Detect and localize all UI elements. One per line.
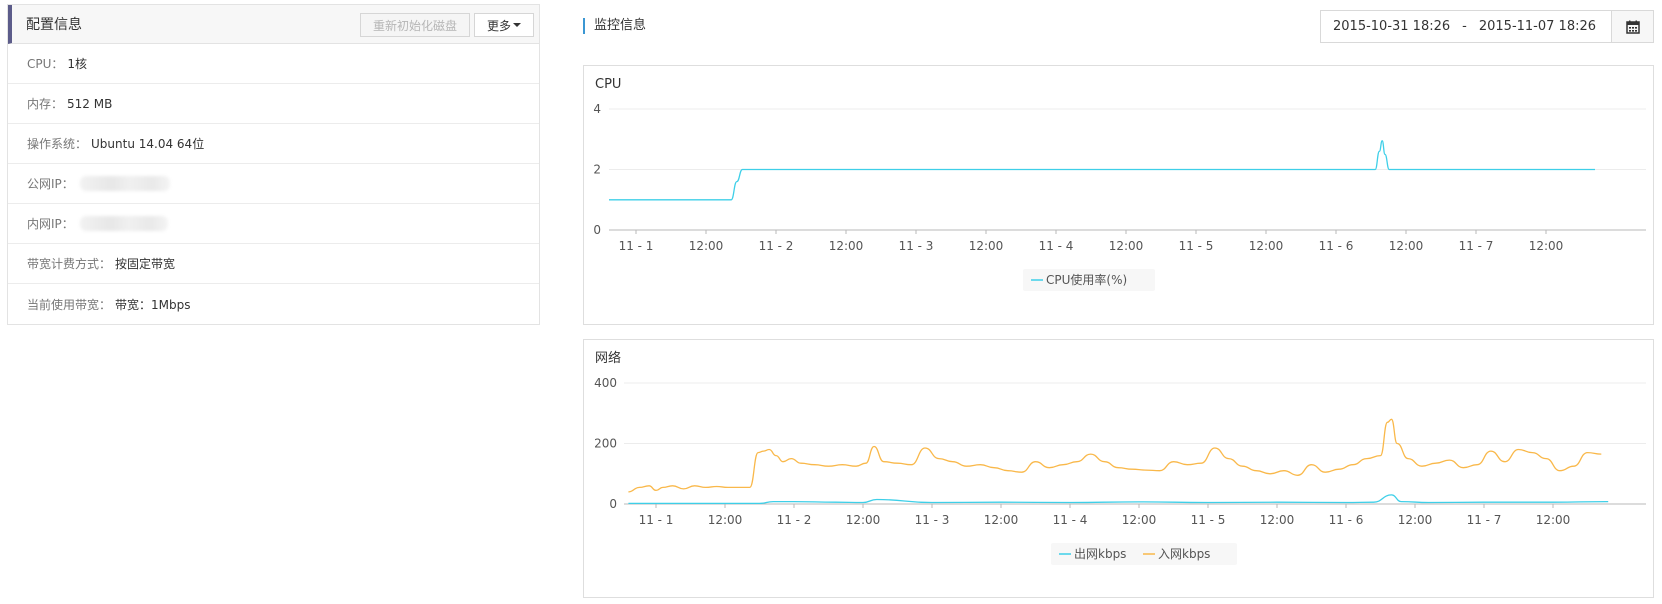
y-tick-label: 0 (593, 223, 601, 237)
x-tick-label: 12:00 (708, 513, 743, 527)
x-tick-label: 11 - 5 (1191, 513, 1226, 527)
date-separator: - (1462, 19, 1467, 34)
legend-label[interactable]: 入网kbps (1158, 547, 1210, 561)
row-label: 公网IP： (27, 177, 74, 191)
x-tick-label: 12:00 (846, 513, 881, 527)
row-value: 按固定带宽 (115, 257, 176, 271)
legend-label[interactable]: CPU使用率(%) (1046, 272, 1127, 287)
x-tick-label: 12:00 (1260, 513, 1295, 527)
row-value: Ubuntu 14.04 64位 (91, 137, 205, 151)
config-row-billing: 带宽计费方式： 按固定带宽 (8, 244, 539, 284)
y-tick-label: 2 (593, 163, 601, 177)
row-value: 1核 (67, 57, 88, 71)
calendar-button[interactable] (1611, 11, 1653, 42)
date-range-text[interactable]: 2015-10-31 18:26-2015-11-07 18:26 (1321, 19, 1611, 34)
series-line-0 (609, 140, 1595, 201)
calendar-icon (1625, 20, 1640, 34)
y-tick-label: 4 (593, 102, 601, 116)
y-tick-label: 400 (594, 376, 617, 390)
config-row-memory: 内存： 512 MB (8, 84, 539, 124)
caret-down-icon (513, 23, 521, 27)
config-row-os: 操作系统： Ubuntu 14.04 64位 (8, 124, 539, 164)
x-tick-label: 12:00 (1536, 513, 1571, 527)
x-tick-label: 11 - 3 (915, 513, 950, 527)
config-row-cpu: CPU： 1核 (8, 44, 539, 84)
x-tick-label: 11 - 2 (759, 239, 794, 253)
row-label: 内存： (27, 97, 64, 111)
config-row-public-ip: 公网IP： (8, 164, 539, 204)
x-tick-label: 12:00 (689, 239, 724, 253)
x-tick-label: 11 - 6 (1319, 239, 1354, 253)
x-tick-label: 12:00 (829, 239, 864, 253)
legend-label[interactable]: 出网kbps (1074, 547, 1126, 561)
x-tick-label: 11 - 5 (1179, 239, 1214, 253)
config-panel: 配置信息 重新初始化磁盘 更多 CPU： 1核 内存： 512 MB 操作系统：… (7, 4, 540, 325)
x-tick-label: 12:00 (1249, 239, 1284, 253)
config-row-private-ip: 内网IP： (8, 204, 539, 244)
x-tick-label: 12:00 (1389, 239, 1424, 253)
network-chart-panel: 网络 0 200 400 11 - 1 12:00 11 - 2 12:00 11 - 3 12:… (583, 339, 1654, 598)
cpu-chart-panel: CPU 0 2 4 11 - 1 12:00 11 - 2 12:00 11 - 3 12:00 1… (583, 65, 1654, 325)
date-range-picker[interactable]: 2015-10-31 18:26-2015-11-07 18:26 (1320, 10, 1654, 43)
date-end: 2015-11-07 18:26 (1478, 19, 1597, 34)
row-label: 当前使用带宽： (27, 297, 112, 312)
y-tick-label: 0 (609, 497, 617, 511)
more-label: 更多 (486, 18, 511, 33)
chart-title: 网络 (595, 350, 621, 366)
row-value: 带宽：1Mbps (115, 297, 191, 312)
x-tick-label: 11 - 1 (619, 239, 654, 253)
network-chart: 网络 0 200 400 11 - 1 12:00 11 - 2 12:00 11 - 3 12:… (594, 350, 1646, 565)
redacted-public-ip (79, 176, 170, 191)
config-actions: 重新初始化磁盘 更多 (359, 13, 534, 37)
chart-title: CPU (595, 77, 621, 92)
x-tick-label: 12:00 (1529, 239, 1564, 253)
redacted-private-ip (79, 216, 168, 231)
x-tick-label: 12:00 (1109, 239, 1144, 253)
cpu-chart: CPU 0 2 4 11 - 1 12:00 11 - 2 12:00 11 - 3 12:00 1… (593, 77, 1646, 291)
x-tick-label: 12:00 (1122, 513, 1157, 527)
x-tick-label: 11 - 4 (1039, 239, 1074, 253)
row-label: CPU： (27, 57, 64, 71)
x-tick-label: 11 - 6 (1329, 513, 1364, 527)
x-tick-label: 11 - 7 (1459, 239, 1494, 253)
y-tick-label: 200 (594, 437, 617, 451)
x-tick-label: 11 - 2 (777, 513, 812, 527)
date-start: 2015-10-31 18:26 (1333, 19, 1451, 34)
row-label: 操作系统： (27, 137, 88, 151)
config-row-bandwidth: 当前使用带宽： 带宽：1Mbps (8, 284, 539, 324)
x-tick-label: 11 - 4 (1053, 513, 1088, 527)
more-dropdown-button[interactable]: 更多 (473, 13, 534, 37)
x-tick-label: 12:00 (969, 239, 1004, 253)
series-line-1 (628, 418, 1602, 493)
x-tick-label: 12:00 (984, 513, 1019, 527)
reinit-disk-button[interactable]: 重新初始化磁盘 (359, 13, 470, 37)
x-tick-label: 11 - 3 (899, 239, 934, 253)
row-value: 512 MB (67, 96, 113, 111)
config-title: 配置信息 (26, 17, 82, 33)
row-label: 内网IP： (27, 217, 74, 231)
monitor-title: 监控信息 (583, 18, 646, 34)
series-line-0 (628, 494, 1609, 505)
x-tick-label: 12:00 (1398, 513, 1433, 527)
config-header: 配置信息 重新初始化磁盘 更多 (8, 5, 539, 44)
row-label: 带宽计费方式： (27, 257, 112, 271)
x-tick-label: 11 - 1 (639, 513, 674, 527)
x-tick-label: 11 - 7 (1467, 513, 1502, 527)
